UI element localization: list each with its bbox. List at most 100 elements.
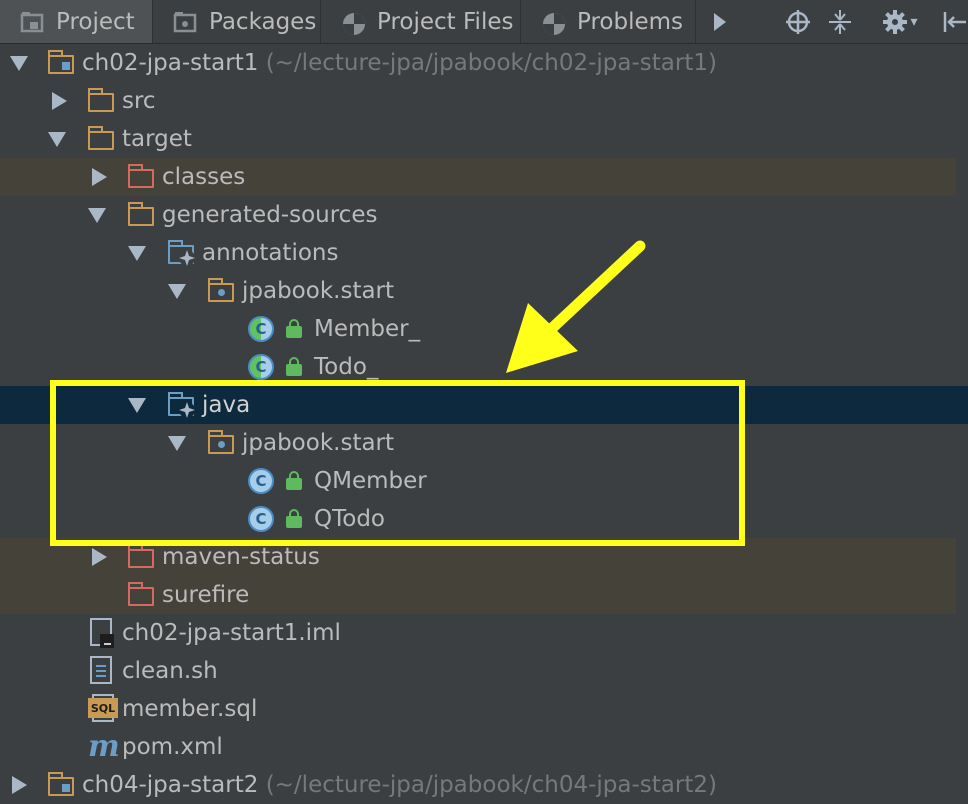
class-icon: C xyxy=(248,506,276,532)
chevron-right-icon xyxy=(714,13,726,31)
tree-node-label: maven-status xyxy=(162,544,320,570)
tree-node-class-qmember[interactable]: C QMember xyxy=(0,462,956,500)
tree-node-member-sql[interactable]: SQL member.sql xyxy=(0,690,956,728)
gear-icon xyxy=(883,10,908,34)
problems-icon xyxy=(541,11,567,35)
class-icon: C xyxy=(248,468,276,494)
tree-node-label: ch04-jpa-start2 xyxy=(82,772,259,798)
expand-toggle-icon[interactable] xyxy=(128,398,146,413)
class-icon: C xyxy=(248,354,276,380)
tree-node-clean-sh[interactable]: clean.sh xyxy=(0,652,956,690)
hide-panel-icon xyxy=(943,12,966,32)
hide-panel-button[interactable] xyxy=(938,8,968,36)
generated-source-folder-icon xyxy=(167,240,196,266)
generated-source-folder-icon xyxy=(167,392,196,418)
expand-toggle-icon[interactable] xyxy=(92,548,107,566)
excluded-folder-icon xyxy=(127,544,156,569)
tree-node-label: annotations xyxy=(202,240,339,266)
tree-node-label: jpabook.start xyxy=(242,430,395,456)
packages-icon xyxy=(173,11,199,33)
module-path: (~/lecture-jpa/jpabook/ch04-jpa-start2) xyxy=(265,772,717,798)
dropdown-arrow-icon: ▾ xyxy=(910,14,918,30)
tree-node-label: classes xyxy=(162,164,246,190)
tree-node-root[interactable]: ch02-jpa-start1 (~/lecture-jpa/jpabook/c… xyxy=(0,44,956,82)
expand-toggle-icon[interactable] xyxy=(88,208,106,223)
expand-toggle-icon[interactable] xyxy=(92,168,107,186)
tree-node-pom-xml[interactable]: m pom.xml xyxy=(0,728,956,766)
project-files-icon xyxy=(341,11,367,35)
excluded-folder-icon xyxy=(127,582,156,607)
project-tree[interactable]: ch02-jpa-start1 (~/lecture-jpa/jpabook/c… xyxy=(0,44,968,798)
tree-node-java[interactable]: java xyxy=(0,386,968,424)
tab-project-files[interactable]: Project Files xyxy=(321,0,521,43)
tree-node-label: jpabook.start xyxy=(242,278,395,304)
tree-node-label: QMember xyxy=(314,468,427,494)
tree-node-label: Member_ xyxy=(314,316,421,342)
tab-problems[interactable]: Problems xyxy=(521,0,696,43)
class-icon: C xyxy=(248,316,276,342)
tab-label: Project Files xyxy=(377,8,514,35)
tree-node-label: ch02-jpa-start1 xyxy=(82,50,259,76)
tree-node-label: Todo_ xyxy=(314,354,379,380)
tab-packages[interactable]: Packages xyxy=(153,0,321,43)
tab-label: Problems xyxy=(577,8,684,35)
package-icon xyxy=(207,430,236,455)
module-file-icon xyxy=(90,618,118,648)
lock-icon xyxy=(286,357,302,376)
module-folder-icon xyxy=(47,772,76,797)
tree-node-classes[interactable]: classes xyxy=(0,158,956,196)
tab-project[interactable]: Project xyxy=(0,0,153,43)
tree-node-package[interactable]: jpabook.start xyxy=(0,424,956,462)
tree-node-src[interactable]: src xyxy=(0,82,956,120)
tree-node-label: pom.xml xyxy=(122,734,223,760)
expand-toggle-icon[interactable] xyxy=(128,246,146,261)
expand-toggle-icon[interactable] xyxy=(10,56,28,71)
folder-icon xyxy=(87,126,116,151)
tree-node-surefire[interactable]: surefire xyxy=(0,576,956,614)
scroll-from-source-button[interactable] xyxy=(782,8,814,36)
expand-toggle-icon[interactable] xyxy=(168,436,186,451)
tab-label: Packages xyxy=(209,8,317,35)
sql-file-icon: SQL xyxy=(88,694,118,722)
tree-node-iml-file[interactable]: ch02-jpa-start1.iml xyxy=(0,614,956,652)
lock-icon xyxy=(286,509,302,528)
tool-window-tabbar: Project Packages Project Files Problems … xyxy=(0,0,968,44)
tree-node-target[interactable]: target xyxy=(0,120,956,158)
tree-node-generated-sources[interactable]: generated-sources xyxy=(0,196,956,234)
tree-node-label: ch02-jpa-start1.iml xyxy=(122,620,341,646)
expand-toggle-icon[interactable] xyxy=(168,284,186,299)
excluded-folder-icon xyxy=(127,164,156,189)
expand-toggle-icon[interactable] xyxy=(52,92,67,110)
tree-node-annotations[interactable]: annotations xyxy=(0,234,956,272)
folder-icon xyxy=(127,202,156,227)
expand-toggle-icon[interactable] xyxy=(12,776,27,794)
tree-node-maven-status[interactable]: maven-status xyxy=(0,538,956,576)
expand-toggle-icon[interactable] xyxy=(48,132,66,147)
tree-node-label: target xyxy=(122,126,192,152)
tree-node-class-member[interactable]: C Member_ xyxy=(0,310,956,348)
tree-node-root-2[interactable]: ch04-jpa-start2 (~/lecture-jpa/jpabook/c… xyxy=(0,766,956,804)
module-folder-icon xyxy=(47,50,76,75)
crosshair-icon xyxy=(786,10,810,34)
settings-button[interactable]: ▾ xyxy=(870,8,930,36)
tree-node-label: src xyxy=(122,88,156,114)
text-file-icon xyxy=(90,656,118,684)
package-icon xyxy=(207,278,236,303)
folder-icon xyxy=(87,88,116,113)
tree-node-class-qtodo[interactable]: C QTodo xyxy=(0,500,956,538)
lock-icon xyxy=(286,471,302,490)
module-path: (~/lecture-jpa/jpabook/ch02-jpa-start1) xyxy=(265,50,717,76)
tree-node-label: java xyxy=(202,392,251,418)
tree-node-label: QTodo xyxy=(314,506,385,532)
tree-node-label: member.sql xyxy=(122,696,258,722)
tree-node-label: clean.sh xyxy=(122,658,218,684)
maven-icon: m xyxy=(88,729,120,764)
collapse-all-button[interactable] xyxy=(824,8,856,36)
project-icon xyxy=(20,11,46,33)
tree-node-class-todo[interactable]: C Todo_ xyxy=(0,348,956,386)
tree-node-label: generated-sources xyxy=(162,202,378,228)
tree-node-package[interactable]: jpabook.start xyxy=(0,272,956,310)
tree-node-label: surefire xyxy=(162,582,250,608)
collapse-all-icon xyxy=(829,10,851,34)
more-tabs-button[interactable] xyxy=(706,8,734,36)
